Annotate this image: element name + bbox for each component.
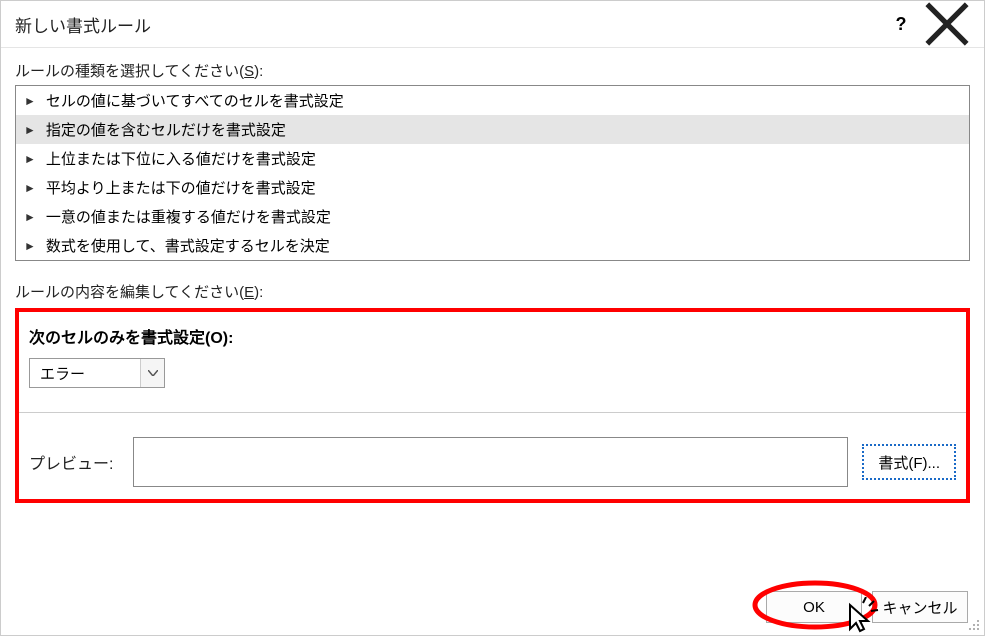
edit-rule-label-prefix: ルールの内容を編集してください(: [15, 284, 244, 301]
dropdown-value: エラー: [30, 363, 140, 384]
ok-button[interactable]: OK: [766, 591, 862, 623]
rule-type-item[interactable]: ► 指定の値を含むセルだけを書式設定: [16, 115, 969, 144]
cancel-button[interactable]: キャンセル: [872, 591, 968, 623]
close-button[interactable]: [924, 9, 970, 39]
format-btn-prefix: 書式(: [878, 455, 913, 472]
rule-type-item[interactable]: ► 上位または下位に入る値だけを書式設定: [16, 144, 969, 173]
format-only-label: 次のセルのみを書式設定(O):: [29, 324, 956, 348]
rule-type-label: ルールの種類を選択してください(S):: [15, 60, 970, 81]
rule-type-item[interactable]: ► セルの値に基づいてすべてのセルを書式設定: [16, 86, 969, 115]
help-button[interactable]: ?: [878, 9, 924, 39]
dialog-window: 新しい書式ルール ? ルールの種類を選択してください(S): ► セルの値に基づ…: [0, 0, 985, 636]
dropdown-button[interactable]: [140, 359, 164, 387]
chevron-down-icon: [148, 370, 158, 376]
rule-type-item[interactable]: ► 平均より上または下の値だけを書式設定: [16, 173, 969, 202]
preview-row: プレビュー: 書式(F)...: [29, 437, 956, 487]
dialog-content: ルールの種類を選択してください(S): ► セルの値に基づいてすべてのセルを書式…: [1, 48, 984, 503]
resize-grip-icon[interactable]: [966, 617, 982, 633]
rule-type-text: 上位または下位に入る値だけを書式設定: [46, 148, 316, 169]
rule-type-text: 平均より上または下の値だけを書式設定: [46, 177, 316, 198]
edit-rule-label-suffix: ):: [254, 284, 263, 301]
rule-type-text: 指定の値を含むセルだけを書式設定: [46, 119, 286, 140]
edit-rule-label: ルールの内容を編集してください(E):: [15, 281, 970, 302]
rule-type-label-key: S: [244, 63, 254, 80]
rule-type-label-suffix: ):: [254, 63, 263, 80]
format-only-suffix: ):: [223, 330, 234, 347]
format-only-prefix: 次のセルのみを書式設定(: [29, 330, 210, 347]
format-button[interactable]: 書式(F)...: [862, 444, 956, 480]
format-only-key: O: [210, 330, 222, 347]
format-btn-key: F: [913, 455, 922, 472]
edit-rule-label-key: E: [244, 284, 254, 301]
rule-type-list[interactable]: ► セルの値に基づいてすべてのセルを書式設定 ► 指定の値を含むセルだけを書式設…: [15, 85, 970, 261]
preview-label: プレビュー:: [29, 450, 119, 474]
arrow-icon: ►: [24, 239, 36, 253]
rule-type-item[interactable]: ► 一意の値または重複する値だけを書式設定: [16, 202, 969, 231]
arrow-icon: ►: [24, 123, 36, 137]
rule-type-text: セルの値に基づいてすべてのセルを書式設定: [46, 90, 344, 111]
divider: [19, 412, 966, 413]
rule-type-item[interactable]: ► 数式を使用して、書式設定するセルを決定: [16, 231, 969, 260]
rule-type-label-prefix: ルールの種類を選択してください(: [15, 63, 244, 80]
close-icon: [924, 1, 970, 47]
ok-button-wrap: OK: [766, 591, 862, 623]
titlebar-buttons: ?: [878, 9, 970, 39]
format-btn-suffix: )...: [923, 455, 941, 472]
titlebar: 新しい書式ルール ?: [1, 1, 984, 48]
arrow-icon: ►: [24, 94, 36, 108]
condition-dropdown[interactable]: エラー: [29, 358, 165, 388]
rule-type-text: 一意の値または重複する値だけを書式設定: [46, 206, 331, 227]
dialog-title: 新しい書式ルール: [15, 12, 151, 37]
arrow-icon: ►: [24, 210, 36, 224]
arrow-icon: ►: [24, 152, 36, 166]
rule-type-text: 数式を使用して、書式設定するセルを決定: [46, 235, 330, 256]
highlighted-section: 次のセルのみを書式設定(O): エラー プレビュー: 書式(F)...: [15, 308, 970, 503]
dialog-button-row: OK キャンセル: [766, 591, 968, 623]
preview-box: [133, 437, 848, 487]
arrow-icon: ►: [24, 181, 36, 195]
